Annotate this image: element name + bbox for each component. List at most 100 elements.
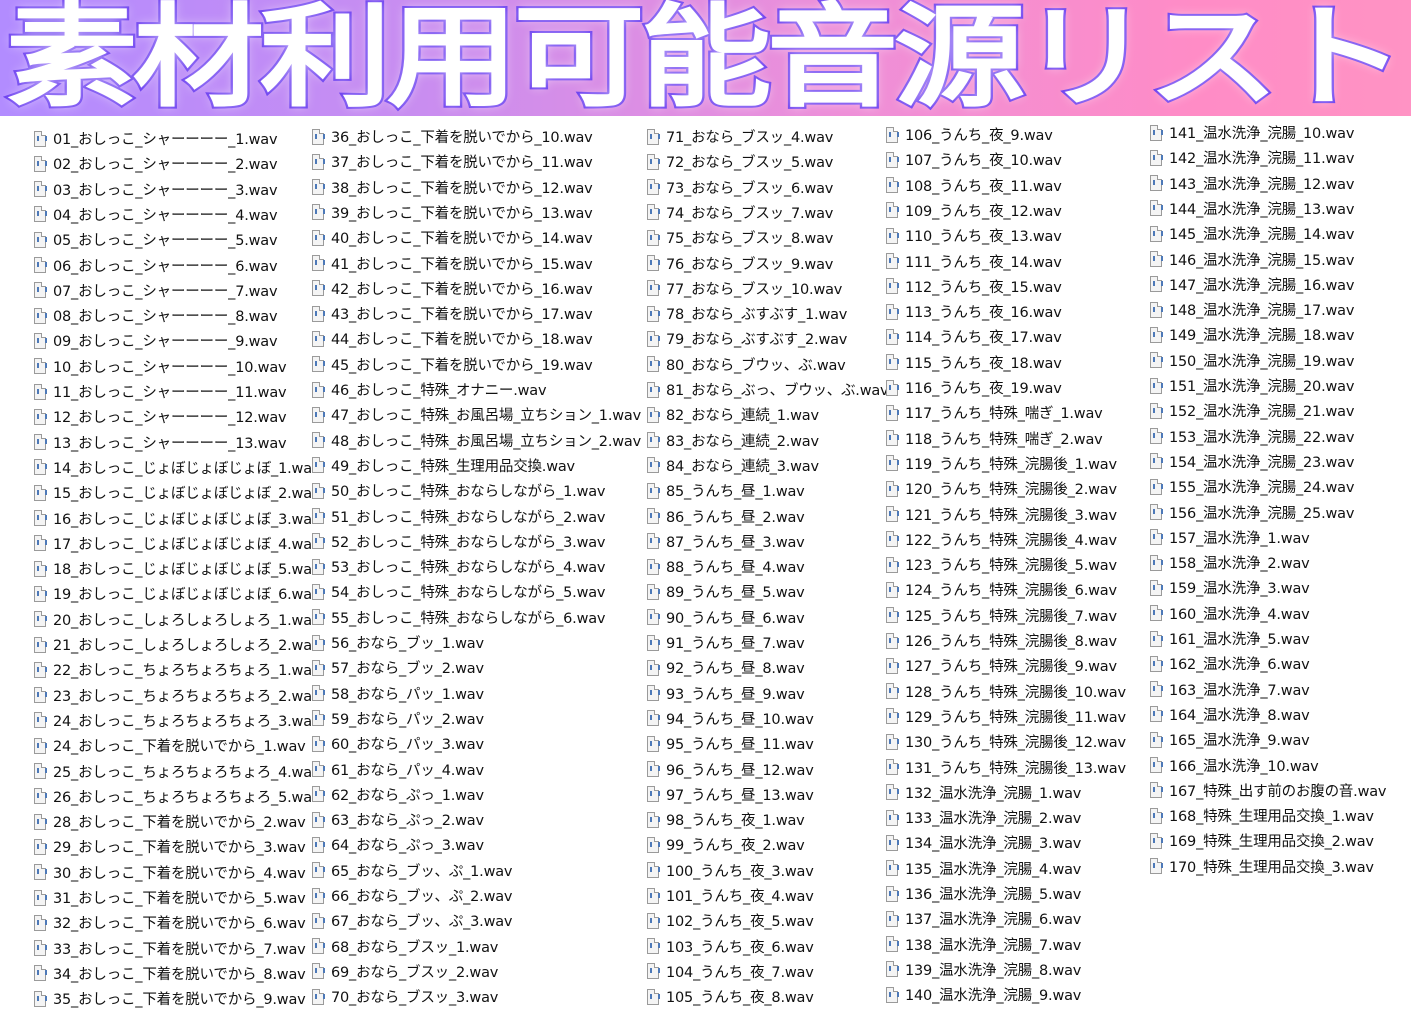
file-item[interactable]: 106_うんち_夜_9.wav (886, 122, 1053, 147)
file-item[interactable]: 16_おしっこ_じょぼじょぼじょぼ_3.wav (34, 506, 320, 531)
file-item[interactable]: 22_おしっこ_ちょろちょろちょろ_1.wav (34, 657, 320, 682)
file-item[interactable]: 72_おなら_ブスッ_5.wav (647, 149, 833, 174)
file-item[interactable]: 29_おしっこ_下着を脱いでから_3.wav (34, 834, 306, 859)
file-item[interactable]: 98_うんち_夜_1.wav (647, 807, 805, 832)
file-item[interactable]: 158_温水洗浄_2.wav (1150, 550, 1310, 575)
file-item[interactable]: 11_おしっこ_シャーーーー_11.wav (34, 379, 287, 404)
file-item[interactable]: 04_おしっこ_シャーーーー_4.wav (34, 202, 278, 227)
file-item[interactable]: 82_おなら_連続_1.wav (647, 402, 819, 427)
file-item[interactable]: 03_おしっこ_シャーーーー_3.wav (34, 177, 278, 202)
file-item[interactable]: 142_温水洗浄_浣腸_11.wav (1150, 145, 1354, 170)
file-item[interactable]: 131_うんち_特殊_浣腸後_13.wav (886, 755, 1126, 780)
file-item[interactable]: 108_うんち_夜_11.wav (886, 173, 1062, 198)
file-item[interactable]: 32_おしっこ_下着を脱いでから_6.wav (34, 910, 306, 935)
file-item[interactable]: 160_温水洗浄_4.wav (1150, 601, 1310, 626)
file-item[interactable]: 143_温水洗浄_浣腸_12.wav (1150, 171, 1354, 196)
file-item[interactable]: 101_うんち_夜_4.wav (647, 883, 814, 908)
file-item[interactable]: 149_温水洗浄_浣腸_18.wav (1150, 322, 1354, 347)
file-item[interactable]: 58_おなら_パッ_1.wav (312, 681, 484, 706)
file-item[interactable]: 89_うんち_昼_5.wav (647, 579, 805, 604)
file-item[interactable]: 31_おしっこ_下着を脱いでから_5.wav (34, 885, 306, 910)
file-item[interactable]: 42_おしっこ_下着を脱いでから_16.wav (312, 276, 593, 301)
file-item[interactable]: 145_温水洗浄_浣腸_14.wav (1150, 221, 1354, 246)
file-item[interactable]: 39_おしっこ_下着を脱いでから_13.wav (312, 200, 593, 225)
file-item[interactable]: 46_おしっこ_特殊_オナニー.wav (312, 377, 547, 402)
file-item[interactable]: 95_うんち_昼_11.wav (647, 731, 814, 756)
file-item[interactable]: 161_温水洗浄_5.wav (1150, 626, 1310, 651)
file-item[interactable]: 67_おなら_ブッ、ぷ_3.wav (312, 908, 513, 933)
file-item[interactable]: 144_温水洗浄_浣腸_13.wav (1150, 196, 1354, 221)
file-item[interactable]: 59_おなら_パッ_2.wav (312, 706, 484, 731)
file-item[interactable]: 35_おしっこ_下着を脱いでから_9.wav (34, 986, 306, 1011)
file-item[interactable]: 126_うんち_特殊_浣腸後_8.wav (886, 628, 1117, 653)
file-item[interactable]: 55_おしっこ_特殊_おならしながら_6.wav (312, 605, 606, 630)
file-item[interactable]: 166_温水洗浄_10.wav (1150, 753, 1319, 778)
file-item[interactable]: 60_おなら_パッ_3.wav (312, 731, 484, 756)
file-item[interactable]: 06_おしっこ_シャーーーー_6.wav (34, 253, 278, 278)
file-item[interactable]: 162_温水洗浄_6.wav (1150, 651, 1310, 676)
file-item[interactable]: 75_おなら_ブスッ_8.wav (647, 225, 833, 250)
file-item[interactable]: 103_うんち_夜_6.wav (647, 934, 814, 959)
file-item[interactable]: 125_うんち_特殊_浣腸後_7.wav (886, 603, 1117, 628)
file-item[interactable]: 61_おなら_パッ_4.wav (312, 757, 484, 782)
file-item[interactable]: 64_おなら_ぷっ_3.wav (312, 832, 484, 857)
file-item[interactable]: 170_特殊_生理用品交換_3.wav (1150, 854, 1374, 879)
file-item[interactable]: 07_おしっこ_シャーーーー_7.wav (34, 278, 278, 303)
file-item[interactable]: 57_おなら_ブッ_2.wav (312, 655, 484, 680)
file-item[interactable]: 99_うんち_夜_2.wav (647, 832, 805, 857)
file-item[interactable]: 12_おしっこ_シャーーーー_12.wav (34, 404, 287, 429)
file-item[interactable]: 147_温水洗浄_浣腸_16.wav (1150, 272, 1354, 297)
file-item[interactable]: 151_温水洗浄_浣腸_20.wav (1150, 373, 1354, 398)
file-item[interactable]: 56_おなら_ブッ_1.wav (312, 630, 484, 655)
file-item[interactable]: 28_おしっこ_下着を脱いでから_2.wav (34, 809, 306, 834)
file-item[interactable]: 66_おなら_ブッ、ぷ_2.wav (312, 883, 513, 908)
file-item[interactable]: 80_おなら_ブウッ、ぶ.wav (647, 352, 846, 377)
file-item[interactable]: 10_おしっこ_シャーーーー_10.wav (34, 354, 287, 379)
file-item[interactable]: 38_おしっこ_下着を脱いでから_12.wav (312, 175, 593, 200)
file-item[interactable]: 45_おしっこ_下着を脱いでから_19.wav (312, 352, 593, 377)
file-item[interactable]: 65_おなら_ブッ、ぷ_1.wav (312, 858, 513, 883)
file-item[interactable]: 94_うんち_昼_10.wav (647, 706, 814, 731)
file-item[interactable]: 107_うんち_夜_10.wav (886, 147, 1062, 172)
file-item[interactable]: 08_おしっこ_シャーーーー_8.wav (34, 303, 278, 328)
file-item[interactable]: 23_おしっこ_ちょろちょろちょろ_2.wav (34, 683, 320, 708)
file-item[interactable]: 168_特殊_生理用品交換_1.wav (1150, 803, 1374, 828)
file-item[interactable]: 20_おしっこ_しょろしょろしょろ_1.wav (34, 607, 320, 632)
file-item[interactable]: 43_おしっこ_下着を脱いでから_17.wav (312, 301, 593, 326)
file-item[interactable]: 111_うんち_夜_14.wav (886, 249, 1062, 274)
file-item[interactable]: 76_おなら_ブスッ_9.wav (647, 251, 833, 276)
file-item[interactable]: 70_おなら_ブスッ_3.wav (312, 984, 498, 1009)
file-item[interactable]: 24_おしっこ_ちょろちょろちょろ_3.wav (34, 708, 320, 733)
file-item[interactable]: 169_特殊_生理用品交換_2.wav (1150, 828, 1374, 853)
file-item[interactable]: 135_温水洗浄_浣腸_4.wav (886, 856, 1081, 881)
file-item[interactable]: 157_温水洗浄_1.wav (1150, 525, 1310, 550)
file-item[interactable]: 146_温水洗浄_浣腸_15.wav (1150, 247, 1354, 272)
file-item[interactable]: 150_温水洗浄_浣腸_19.wav (1150, 348, 1354, 373)
file-item[interactable]: 74_おなら_ブスッ_7.wav (647, 200, 833, 225)
file-item[interactable]: 24_おしっこ_下着を脱いでから_1.wav (34, 733, 306, 758)
file-item[interactable]: 100_うんち_夜_3.wav (647, 858, 814, 883)
file-item[interactable]: 121_うんち_特殊_浣腸後_3.wav (886, 502, 1117, 527)
file-item[interactable]: 130_うんち_特殊_浣腸後_12.wav (886, 729, 1126, 754)
file-item[interactable]: 155_温水洗浄_浣腸_24.wav (1150, 474, 1354, 499)
file-item[interactable]: 153_温水洗浄_浣腸_22.wav (1150, 424, 1354, 449)
file-item[interactable]: 41_おしっこ_下着を脱いでから_15.wav (312, 251, 593, 276)
file-item[interactable]: 81_おなら_ぶっ、ブウッ、ぶ.wav (647, 377, 889, 402)
file-item[interactable]: 139_温水洗浄_浣腸_8.wav (886, 957, 1081, 982)
file-item[interactable]: 09_おしっこ_シャーーーー_9.wav (34, 328, 278, 353)
file-item[interactable]: 49_おしっこ_特殊_生理用品交換.wav (312, 453, 575, 478)
file-item[interactable]: 33_おしっこ_下着を脱いでから_7.wav (34, 936, 306, 961)
file-item[interactable]: 163_温水洗浄_7.wav (1150, 677, 1310, 702)
file-item[interactable]: 26_おしっこ_ちょろちょろちょろ_5.wav (34, 784, 320, 809)
file-item[interactable]: 48_おしっこ_特殊_お風呂場_立ちション_2.wav (312, 428, 641, 453)
file-item[interactable]: 136_温水洗浄_浣腸_5.wav (886, 881, 1081, 906)
file-item[interactable]: 52_おしっこ_特殊_おならしながら_3.wav (312, 529, 606, 554)
file-item[interactable]: 78_おなら_ぶすぶす_1.wav (647, 301, 847, 326)
file-item[interactable]: 132_温水洗浄_浣腸_1.wav (886, 780, 1081, 805)
file-item[interactable]: 104_うんち_夜_7.wav (647, 959, 814, 984)
file-item[interactable]: 73_おなら_ブスッ_6.wav (647, 175, 833, 200)
file-item[interactable]: 120_うんち_特殊_浣腸後_2.wav (886, 476, 1117, 501)
file-item[interactable]: 123_うんち_特殊_浣腸後_5.wav (886, 552, 1117, 577)
file-item[interactable]: 117_うんち_特殊_喘ぎ_1.wav (886, 400, 1103, 425)
file-item[interactable]: 114_うんち_夜_17.wav (886, 324, 1062, 349)
